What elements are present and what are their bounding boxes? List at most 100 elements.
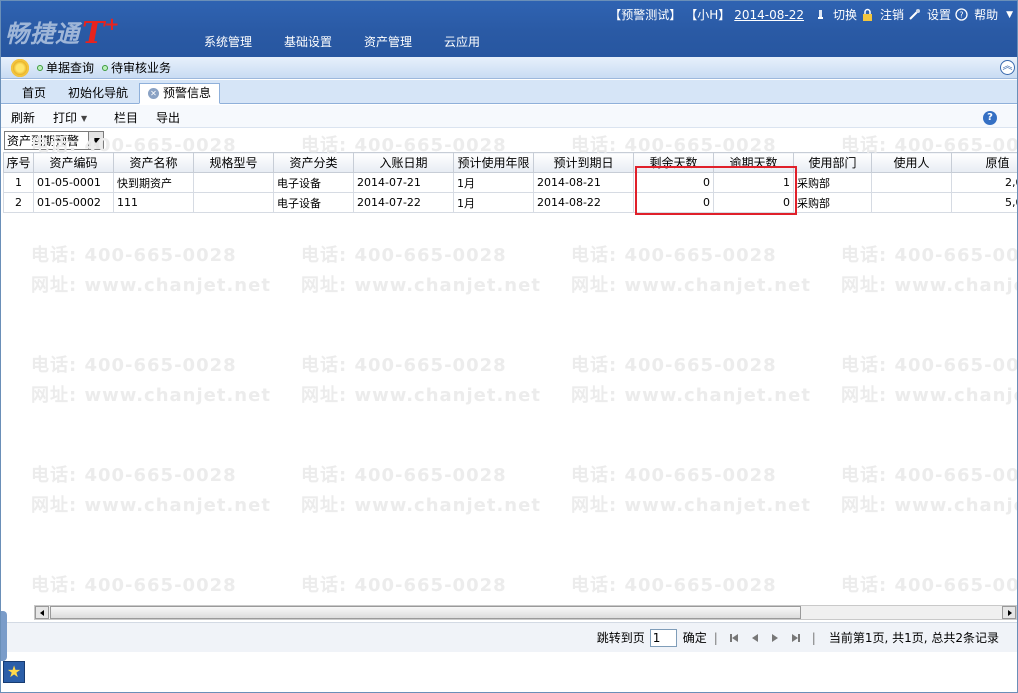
help-icon[interactable]: ? <box>983 111 997 125</box>
col-header[interactable]: 预计使用年限 <box>453 152 534 173</box>
alert-table: 序号 资产编码 资产名称 规格型号 资产分类 入账日期 预计使用年限 预计到期日… <box>3 152 1017 213</box>
last-page-icon[interactable] <box>789 632 801 644</box>
menu-system[interactable]: 系统管理 <box>191 33 265 50</box>
gear-icon[interactable] <box>11 58 29 77</box>
settings-button[interactable]: 设置 <box>908 6 951 23</box>
logout-label: 注销 <box>880 8 905 22</box>
tab-alert-info[interactable]: ✕ 预警信息 <box>139 83 221 104</box>
col-header[interactable]: 入账日期 <box>353 152 454 173</box>
col-header[interactable]: 序号 <box>3 152 34 173</box>
col-header[interactable]: 逾期天数 <box>713 152 794 173</box>
refresh-button[interactable]: 刷新 <box>11 109 35 126</box>
switch-button[interactable]: 切换 <box>814 6 857 23</box>
page-status-text: 当前第1页, 共1页, 总共2条记录 <box>828 631 999 645</box>
cell-asset-name: 快到期资产 <box>113 172 194 193</box>
cell-original-value: 2,000. <box>951 172 1017 193</box>
account-name: 【预警测试】 <box>609 8 682 22</box>
col-header[interactable]: 原值 <box>951 152 1017 173</box>
tab-init-navigation[interactable]: 初始化导航 <box>59 83 137 104</box>
tab-label: 预警信息 <box>163 86 212 100</box>
collapse-up-icon[interactable]: ︽ <box>1000 60 1015 75</box>
col-header[interactable]: 使用部门 <box>793 152 872 173</box>
scroll-right-icon[interactable] <box>1002 606 1016 619</box>
favorites-star-icon[interactable]: ★ <box>3 661 25 683</box>
prev-page-icon[interactable] <box>749 632 761 644</box>
cell-overdue-days: 0 <box>713 192 794 213</box>
cell-asset-code: 01-05-0001 <box>33 172 114 193</box>
cell-department: 采购部 <box>793 192 872 213</box>
cell-spec <box>193 172 274 193</box>
print-button[interactable]: 打印 ▼ <box>53 109 87 126</box>
export-button[interactable]: 导出 <box>156 109 180 126</box>
alert-grid: 序号 资产编码 资产名称 规格型号 资产分类 入账日期 预计使用年限 预计到期日… <box>3 152 1017 604</box>
svg-text:?: ? <box>959 11 963 20</box>
app-window: 畅捷通 T + 系统管理 基础设置 资产管理 云应用 【预警测试】 【小H】 2… <box>0 0 1018 693</box>
cell-index: 1 <box>3 172 34 193</box>
cell-user <box>871 192 952 213</box>
cell-overdue-days: 1 <box>713 172 794 193</box>
quick-access-bar: 单据查询 待审核业务 ︽ <box>1 57 1017 79</box>
quick-item-label: 单据查询 <box>46 61 95 75</box>
cell-asset-name: 111 <box>113 192 194 213</box>
alert-type-value: 资产到期预警 <box>7 134 80 148</box>
quick-pending-review[interactable]: 待审核业务 <box>102 59 171 76</box>
dropdown-arrow-icon[interactable] <box>88 132 103 149</box>
scroll-thumb[interactable] <box>50 606 801 619</box>
settings-tools-icon <box>909 9 921 20</box>
logout-button[interactable]: 注销 <box>861 6 904 23</box>
logo-text: 畅捷通 <box>5 19 80 48</box>
col-header[interactable]: 预计到期日 <box>533 152 634 173</box>
confirm-button[interactable]: 确定 <box>683 629 707 646</box>
menu-cloud-apps[interactable]: 云应用 <box>431 33 493 50</box>
top-right-bar: 【预警测试】 【小H】 2014-08-22 切换 注销 设置 ? 帮助 ▼ <box>605 6 1013 23</box>
logo-mark: T <box>82 16 105 51</box>
close-icon[interactable]: ✕ <box>148 88 159 99</box>
app-logo: 畅捷通 T + <box>5 14 120 51</box>
quick-document-query[interactable]: 单据查询 <box>37 59 94 76</box>
cell-due-date: 2014-08-21 <box>533 172 634 193</box>
cell-original-value: 5,000. <box>951 192 1017 213</box>
cell-remaining-days: 0 <box>633 172 714 193</box>
left-dock-handle[interactable] <box>1 611 7 661</box>
switch-icon <box>818 10 824 19</box>
col-header[interactable]: 剩余天数 <box>633 152 714 173</box>
col-header[interactable]: 资产分类 <box>273 152 354 173</box>
cell-entry-date: 2014-07-22 <box>353 192 454 213</box>
main-menu: 系统管理 基础设置 资产管理 云应用 <box>191 33 499 50</box>
horizontal-scrollbar[interactable] <box>34 605 1017 620</box>
table-row[interactable]: 2 01-05-0002 111 电子设备 2014-07-22 1月 2014… <box>3 192 1017 213</box>
scroll-left-icon[interactable] <box>35 606 49 619</box>
toolbar: 刷新 打印 ▼ 栏目 导出 ? <box>1 105 1017 128</box>
first-page-icon[interactable] <box>729 632 741 644</box>
cell-remaining-days: 0 <box>633 192 714 213</box>
settings-label: 设置 <box>927 8 952 22</box>
next-page-icon[interactable] <box>769 632 781 644</box>
columns-button[interactable]: 栏目 <box>114 109 138 126</box>
chevron-down-icon: ▼ <box>81 114 88 123</box>
col-header[interactable]: 资产编码 <box>33 152 114 173</box>
tab-bar: 首页 初始化导航 ✕ 预警信息 <box>1 80 1017 104</box>
page-number-input[interactable]: 1 <box>649 628 677 647</box>
header-dropdown-arrow[interactable]: ▼ <box>1006 10 1013 20</box>
alert-type-select[interactable]: 资产到期预警 <box>4 131 104 150</box>
cell-index: 2 <box>3 192 34 213</box>
col-header[interactable]: 规格型号 <box>193 152 274 173</box>
logo-plus: + <box>104 14 120 35</box>
green-dot-icon <box>37 64 43 71</box>
print-label: 打印 <box>53 111 78 125</box>
help-label: 帮助 <box>974 8 999 22</box>
login-date[interactable]: 2014-08-22 <box>734 8 804 22</box>
menu-asset-management[interactable]: 资产管理 <box>351 33 425 50</box>
tab-home[interactable]: 首页 <box>13 83 55 104</box>
switch-label: 切换 <box>833 8 858 22</box>
app-header: 畅捷通 T + 系统管理 基础设置 资产管理 云应用 【预警测试】 【小H】 2… <box>1 1 1017 57</box>
cell-spec <box>193 192 274 213</box>
table-row[interactable]: 1 01-05-0001 快到期资产 电子设备 2014-07-21 1月 20… <box>3 172 1017 193</box>
help-button[interactable]: ? 帮助 <box>955 6 998 23</box>
col-header[interactable]: 资产名称 <box>113 152 194 173</box>
col-header[interactable]: 使用人 <box>871 152 952 173</box>
quick-item-label: 待审核业务 <box>111 61 172 75</box>
pager-separator: | <box>713 630 718 645</box>
menu-basic-settings[interactable]: 基础设置 <box>271 33 345 50</box>
cell-asset-code: 01-05-0002 <box>33 192 114 213</box>
